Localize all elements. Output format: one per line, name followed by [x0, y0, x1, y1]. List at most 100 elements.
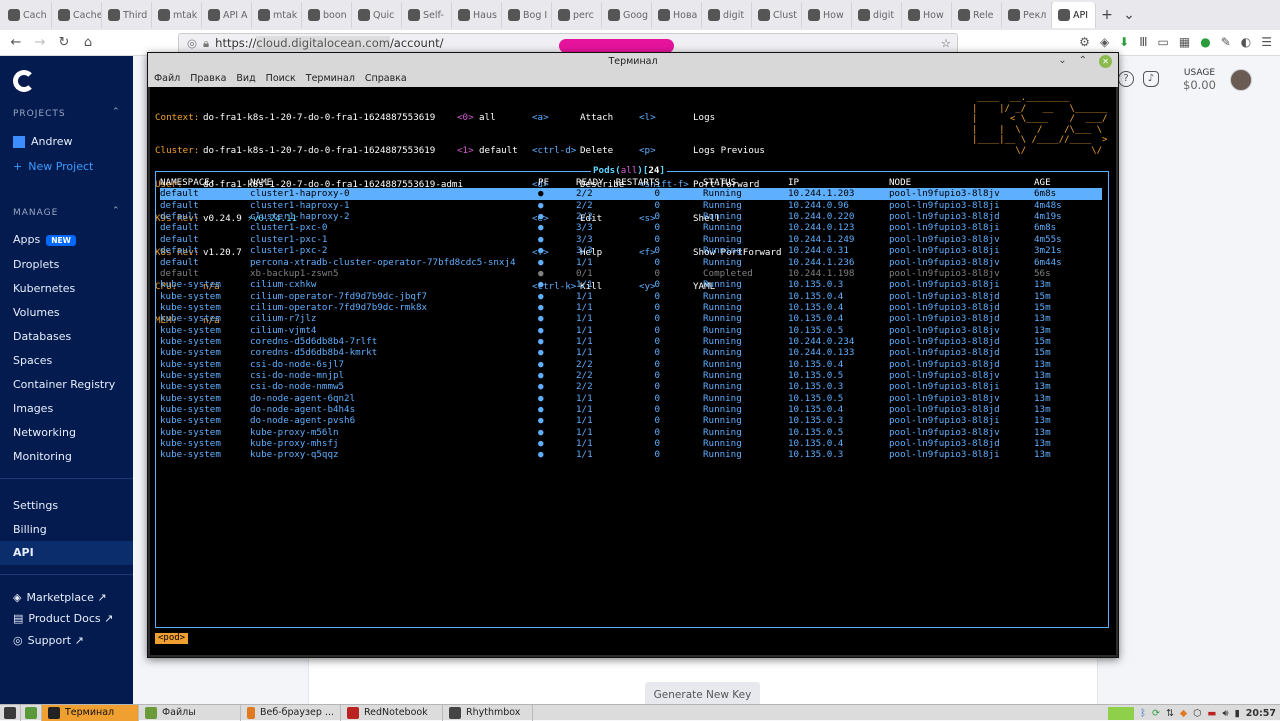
sidebar-item-apps[interactable]: Apps NEW [13, 233, 76, 246]
taskbar-app[interactable]: Веб-браузер ... [241, 704, 341, 721]
sidebar-item-marketplace[interactable]: ◈ Marketplace ↗ [13, 591, 107, 604]
browser-tab[interactable]: boon [302, 2, 352, 28]
sidebar-item-product-docs[interactable]: ▤ Product Docs ↗ [13, 612, 113, 625]
browser-tab[interactable]: Нова [652, 2, 702, 28]
download-icon[interactable]: ⬇ [1119, 35, 1129, 49]
taskbar-app[interactable]: Терминал [42, 704, 139, 721]
grid-icon[interactable]: ▦ [1179, 35, 1190, 49]
translate-icon[interactable]: ✎ [1221, 35, 1231, 49]
sidebar-item-networking[interactable]: Networking [13, 426, 76, 439]
table-row[interactable]: default cluster1-haproxy-0 ● 2/2 0 Running 10.… [160, 188, 1102, 200]
browser-tab[interactable]: How [902, 2, 952, 28]
terminal-menu-item[interactable]: Файл [154, 71, 180, 87]
notifications-bell-icon[interactable]: ♪ [1143, 71, 1159, 87]
collapse-chevron-icon[interactable]: ⌃ [112, 206, 120, 216]
help-icon[interactable]: ? [1118, 71, 1134, 87]
usage-indicator[interactable]: USAGE $0.00 [1183, 68, 1216, 92]
sidebar-item-settings[interactable]: Settings [13, 499, 58, 512]
table-row[interactable]: default cluster1-pxc-0 ● 3/3 0 Running 10.244.… [160, 222, 1102, 233]
profile-icon[interactable]: ● [1200, 35, 1210, 49]
forward-icon[interactable]: → [28, 35, 52, 50]
avatar[interactable] [1230, 69, 1252, 91]
tab-list-icon[interactable]: ⌄ [1118, 7, 1140, 23]
table-row[interactable]: kube-system kube-proxy-q5qqz ● 1/1 0 Running 1… [160, 449, 1102, 460]
sidebar-item-support[interactable]: ◎ Support ↗ [13, 634, 84, 647]
table-row[interactable]: kube-system cilium-operator-7fd9d7b9dc-rm… [160, 302, 1102, 313]
browser-tab[interactable]: Cachet: T [52, 2, 102, 28]
taskbar-app[interactable]: Файлы [139, 704, 241, 721]
browser-tab[interactable]: Cach [2, 2, 52, 28]
close-icon[interactable]: ✕ [1099, 55, 1112, 68]
back-icon[interactable]: ← [4, 35, 28, 50]
menu-icon[interactable]: ☰ [1261, 35, 1272, 49]
home-icon[interactable]: ⌂ [76, 35, 100, 50]
browser-tab[interactable]: Quic [352, 2, 402, 28]
sidebar-item-container-registry[interactable]: Container Registry [13, 378, 115, 391]
terminal-window[interactable]: Терминал ⌄ ⌃ ✕ Файл Правка Вид Поиск Термина… [147, 52, 1119, 658]
keyboard-layout-icon[interactable]: ▬ [1208, 708, 1217, 719]
collapse-chevron-icon[interactable]: ⌃ [112, 107, 120, 117]
terminal-screen[interactable]: Context: do-fra1-k8s-1-20-7-do-0-fra1-162… [150, 87, 1116, 655]
browser-tab[interactable]: mtak [252, 2, 302, 28]
sidebar-item-droplets[interactable]: Droplets [13, 258, 59, 271]
table-row[interactable]: default percona-xtradb-cluster-operator-7… [160, 257, 1102, 268]
sidebar-toggle-icon[interactable]: ▭ [1158, 35, 1169, 49]
extension-icon[interactable]: ⚙ [1079, 35, 1090, 49]
table-row[interactable]: kube-system kube-proxy-mhsfj ● 1/1 0 Running 1… [160, 438, 1102, 449]
update-icon[interactable]: ⟳ [1152, 708, 1160, 719]
browser-tab[interactable]: API A [202, 2, 252, 28]
security-icon[interactable]: ⬡ [1193, 708, 1201, 719]
browser-tab[interactable]: How [802, 2, 852, 28]
battery-icon[interactable]: ▮ [1235, 708, 1240, 719]
sidebar-item-spaces[interactable]: Spaces [13, 354, 52, 367]
browser-tab[interactable]: Bog I [502, 2, 552, 28]
table-row[interactable]: kube-system cilium-cxhkw ● 1/1 0 Running 10.13… [160, 279, 1102, 290]
sidebar-item-databases[interactable]: Databases [13, 330, 71, 343]
maximize-icon[interactable]: ⌃ [1079, 55, 1087, 68]
sidebar-item-images[interactable]: Images [13, 402, 53, 415]
browser-tab[interactable]: Clust [752, 2, 802, 28]
reload-icon[interactable]: ↻ [52, 35, 76, 50]
browser-tab[interactable]: digit [852, 2, 902, 28]
desktop-icon[interactable] [21, 704, 42, 721]
browser-tab[interactable]: Rele [952, 2, 1002, 28]
addon-icon[interactable]: ◐ [1241, 35, 1251, 49]
table-row[interactable]: kube-system kube-proxy-m56ln ● 1/1 0 Running 1… [160, 427, 1102, 438]
table-row[interactable]: kube-system cilium-vjmt4 ● 1/1 0 Running 10.13… [160, 325, 1102, 336]
table-row[interactable]: default xb-backup1-zswn5 ● 0/1 0 Completed 10.… [160, 268, 1102, 279]
sidebar-item-project-andrew[interactable]: Andrew [13, 135, 73, 148]
terminal-menu-item[interactable]: Правка [190, 71, 226, 87]
new-project-link[interactable]: + New Project [13, 160, 93, 173]
terminal-menu-item[interactable]: Справка [365, 71, 407, 87]
table-row[interactable]: default cluster1-pxc-2 ● 3/3 0 Running 10.244.… [160, 245, 1102, 256]
table-row[interactable]: default cluster1-haproxy-1 ● 2/2 0 Running 10.… [160, 200, 1102, 211]
browser-tab[interactable]: digit [702, 2, 752, 28]
table-row[interactable]: kube-system do-node-agent-6qn2l ● 1/1 0 Runni… [160, 393, 1102, 404]
sidebar-item-volumes[interactable]: Volumes [13, 306, 60, 319]
sidebar-item-api[interactable]: API [0, 541, 133, 565]
terminal-menu-item[interactable]: Вид [236, 71, 255, 87]
new-tab-icon[interactable]: + [1096, 7, 1118, 23]
terminal-titlebar[interactable]: Терминал [148, 53, 1118, 71]
minimize-icon[interactable]: ⌄ [1058, 55, 1066, 68]
table-row[interactable]: default cluster1-haproxy-2 ● 2/2 0 Running 10.… [160, 211, 1102, 222]
table-row[interactable]: kube-system cilium-operator-7fd9d7b9dc-jb… [160, 291, 1102, 302]
terminal-menu-item[interactable]: Терминал [306, 71, 355, 87]
menu-launcher-icon[interactable] [0, 704, 21, 721]
sidebar-item-kubernetes[interactable]: Kubernetes [13, 282, 75, 295]
table-row[interactable]: kube-system cilium-r7jlz ● 1/1 0 Running 10.13… [160, 313, 1102, 324]
bookmark-star-icon[interactable]: ☆ [941, 36, 951, 50]
volume-icon[interactable]: 🔊︎ [1223, 708, 1229, 719]
table-row[interactable]: kube-system coredns-d5d6db8b4-7rlft ● 1/1 0 R… [160, 336, 1102, 347]
browser-tab[interactable]: Goog [602, 2, 652, 28]
library-icon[interactable]: Ⅲ [1139, 35, 1147, 49]
taskbar-app[interactable]: RedNotebook [341, 704, 443, 721]
sidebar-item-billing[interactable]: Billing [13, 523, 47, 536]
table-row[interactable]: kube-system coredns-d5d6db8b4-kmrkt ● 1/1 0 R… [160, 347, 1102, 358]
sidebar-item-monitoring[interactable]: Monitoring [13, 450, 72, 463]
table-row[interactable]: kube-system csi-do-node-6sjl7 ● 2/2 0 Running… [160, 359, 1102, 370]
clock[interactable]: 20:57 [1246, 708, 1276, 719]
browser-tab[interactable]: Рекл [1002, 2, 1052, 28]
network-icon[interactable]: ⇅ [1166, 708, 1174, 719]
taskbar-app[interactable]: Rhythmbox [443, 704, 533, 721]
